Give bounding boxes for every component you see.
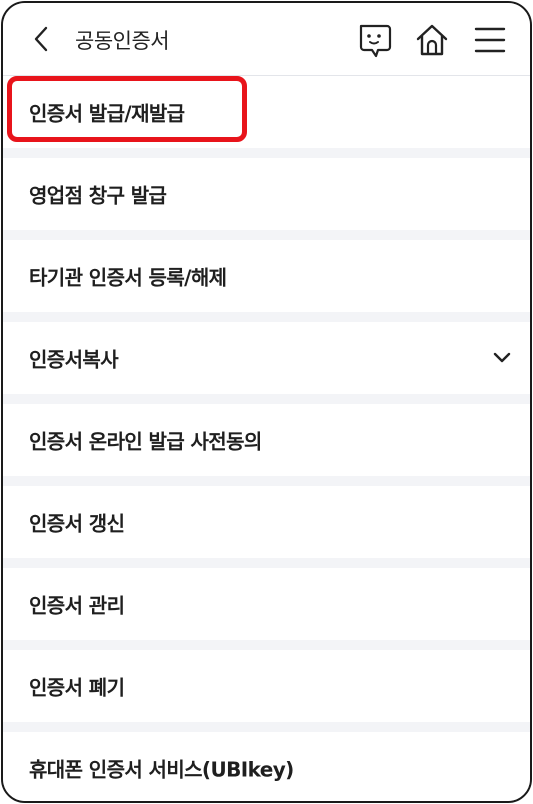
menu-item-other-institution[interactable]: 타기관 인증서 등록/해제 (3, 240, 530, 312)
menu-item-label: 영업점 창구 발급 (29, 183, 167, 208)
chat-icon (359, 24, 392, 58)
home-button[interactable] (413, 21, 451, 59)
back-button[interactable] (23, 21, 59, 57)
hamburger-icon (474, 27, 506, 53)
chat-button[interactable] (355, 21, 393, 59)
page-title: 공동인증서 (75, 29, 170, 53)
menu-item-label: 타기관 인증서 등록/해제 (29, 265, 227, 290)
menu-item-label: 인증서 폐기 (29, 675, 125, 700)
menu-item-revoke[interactable]: 인증서 폐기 (3, 650, 530, 722)
menu-item-label: 인증서 갱신 (29, 511, 125, 536)
chevron-left-icon (34, 26, 48, 52)
phone-frame: 공동인증서 인증서 발급/재발급 영업점 창구 발급 타기관 인증서 등록/해제… (1, 1, 532, 803)
menu-item-label: 휴대폰 인증서 서비스(UBIkey) (29, 757, 294, 782)
menu-item-label: 인증서 관리 (29, 593, 125, 618)
menu-item-online-preconsent[interactable]: 인증서 온라인 발급 사전동의 (3, 404, 530, 476)
app-header: 공동인증서 (3, 3, 530, 76)
menu-item-mobile-ubikey[interactable]: 휴대폰 인증서 서비스(UBIkey) (3, 732, 530, 801)
chevron-down-icon (493, 352, 511, 363)
menu-item-copy-certificate[interactable]: 인증서복사 (3, 322, 530, 394)
menu-item-renew[interactable]: 인증서 갱신 (3, 486, 530, 558)
menu-item-label: 인증서복사 (29, 347, 119, 372)
menu-item-manage[interactable]: 인증서 관리 (3, 568, 530, 640)
home-icon (416, 24, 448, 56)
menu-item-label: 인증서 온라인 발급 사전동의 (29, 429, 262, 454)
menu-item-branch-issue[interactable]: 영업점 창구 발급 (3, 158, 530, 230)
menu-button[interactable] (471, 21, 509, 59)
menu-item-issue-reissue[interactable]: 인증서 발급/재발급 (3, 76, 530, 148)
menu-item-label: 인증서 발급/재발급 (29, 101, 185, 126)
